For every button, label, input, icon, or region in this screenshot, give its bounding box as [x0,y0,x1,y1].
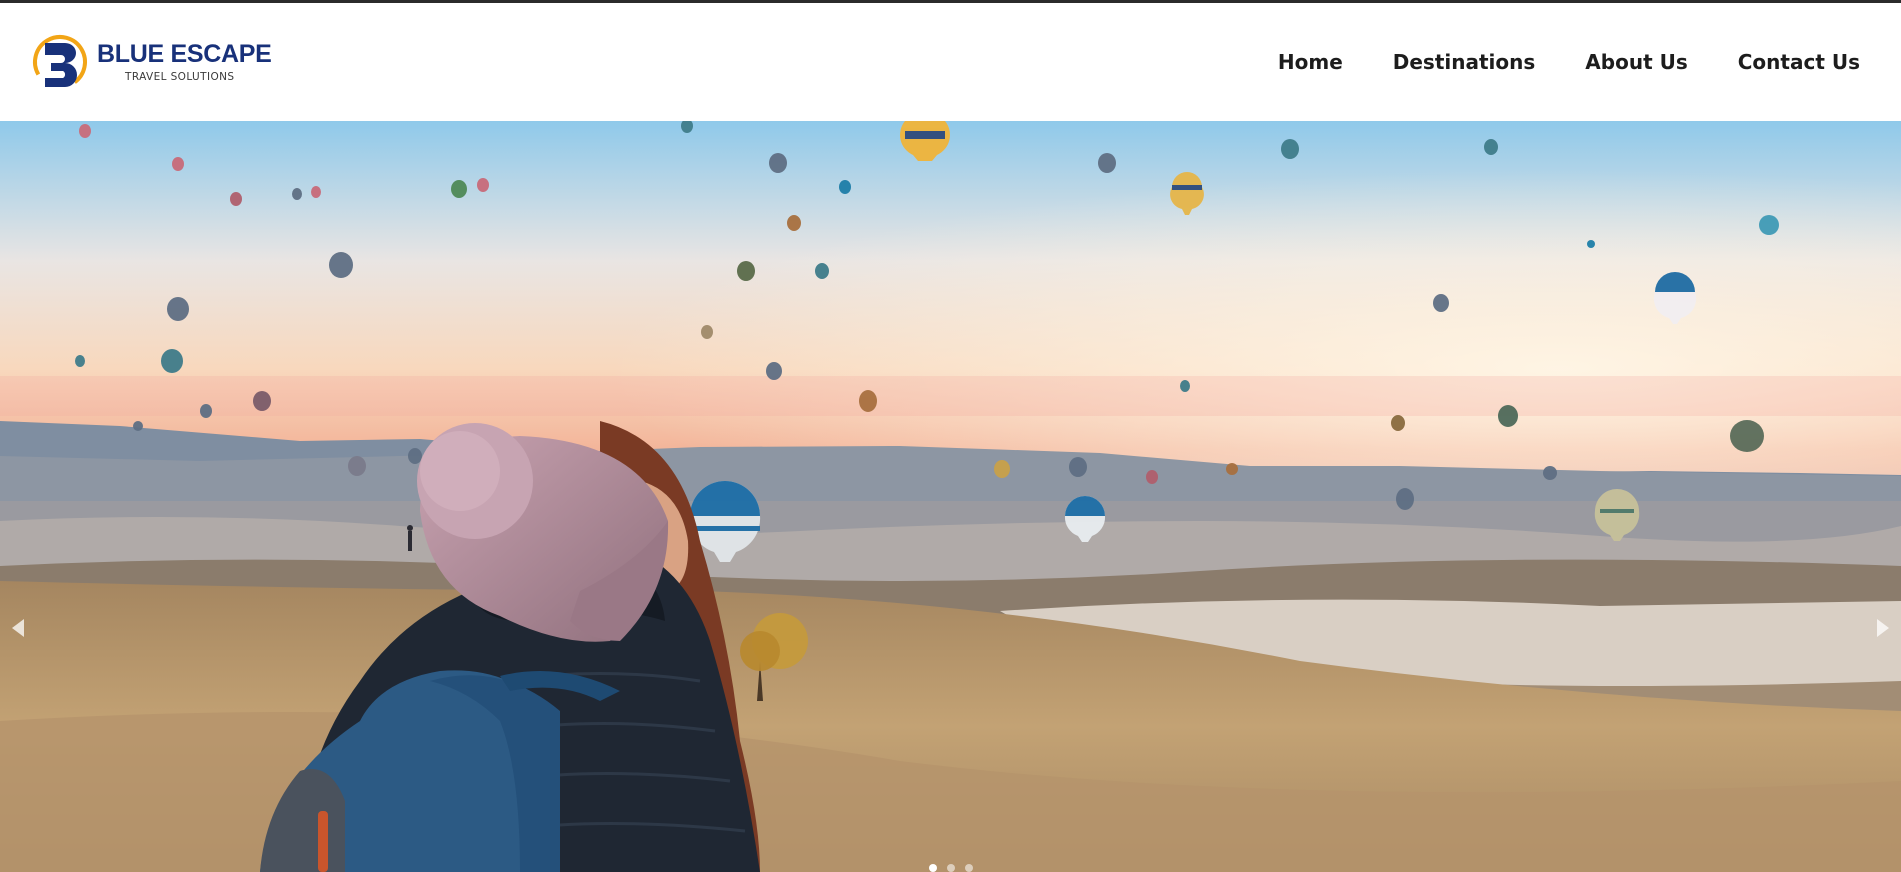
brand-name: BLUE ESCAPE [97,39,272,68]
nav-about-us[interactable]: About Us [1585,50,1687,74]
hero-slider [0,121,1901,872]
logo-b-icon [32,35,87,89]
nav-contact-us[interactable]: Contact Us [1738,50,1860,74]
slider-dot[interactable] [928,864,937,872]
slider-dot[interactable] [946,864,955,872]
brand-logo[interactable]: BLUE ESCAPE TRAVEL SOLUTIONS [31,33,272,91]
hero-image [0,121,1901,872]
main-nav: Home Destinations About Us Contact Us [1228,50,1860,74]
nav-home[interactable]: Home [1278,50,1343,74]
slider-dot[interactable] [964,864,973,872]
nav-destinations[interactable]: Destinations [1393,50,1536,74]
slider-dots [928,864,973,872]
site-header: BLUE ESCAPE TRAVEL SOLUTIONS Home Destin… [0,3,1901,121]
slider-next-chevron-right-icon[interactable] [1877,619,1889,637]
brand-tagline: TRAVEL SOLUTIONS [125,70,235,83]
slider-prev-chevron-left-icon[interactable] [12,619,24,637]
